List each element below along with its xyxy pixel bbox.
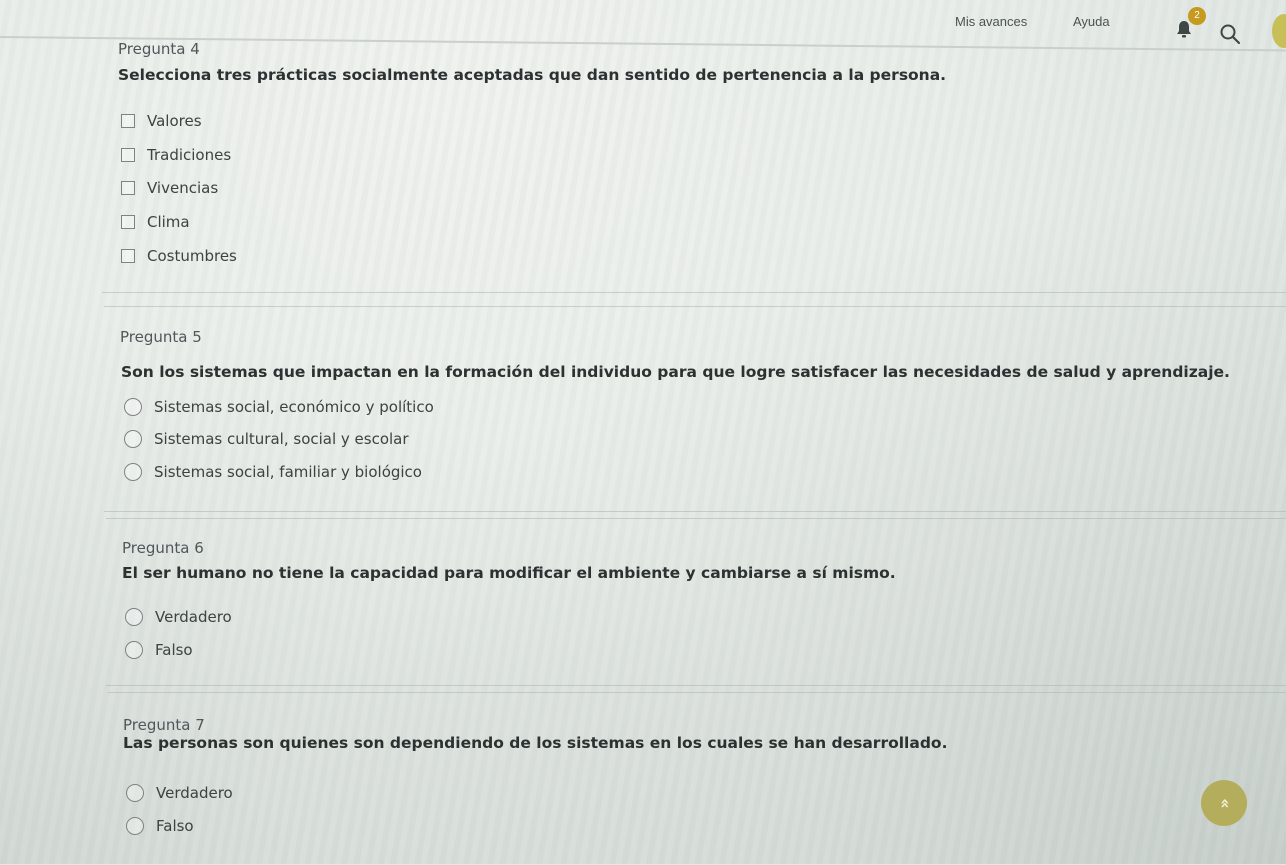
option-label: Falso [155, 641, 193, 659]
option-label: Vivencias [147, 179, 219, 197]
option-checkbox[interactable]: Tradiciones [121, 146, 231, 164]
question-text: El ser humano no tiene la capacidad para… [122, 564, 896, 582]
checkbox[interactable] [121, 249, 135, 263]
double-chevron-up-icon: » [1214, 797, 1234, 809]
question-number: Pregunta 4 [118, 40, 200, 58]
option-label: Valores [147, 112, 202, 130]
option-radio[interactable]: Falso [125, 641, 193, 659]
option-label: Sistemas social, familiar y biológico [154, 463, 422, 481]
checkbox[interactable] [121, 114, 135, 128]
question-text: Las personas son quienes son dependiendo… [123, 734, 948, 752]
nav-help-link[interactable]: Ayuda [1073, 14, 1110, 29]
option-label: Verdadero [156, 784, 233, 802]
question-number: Pregunta 7 [123, 716, 205, 734]
option-radio[interactable]: Verdadero [125, 608, 232, 626]
option-label: Costumbres [147, 247, 237, 265]
option-label: Falso [156, 817, 194, 835]
option-radio[interactable]: Sistemas cultural, social y escolar [124, 430, 409, 448]
question-number: Pregunta 6 [122, 539, 204, 557]
option-label: Tradiciones [147, 146, 232, 164]
option-label: Sistemas cultural, social y escolar [154, 430, 409, 448]
checkbox[interactable] [121, 148, 135, 162]
option-label: Sistemas social, económico y político [154, 398, 434, 416]
question-card-7 [108, 692, 1286, 865]
checkbox[interactable] [121, 181, 135, 195]
question-text: Selecciona tres prácticas socialmente ac… [118, 66, 947, 84]
option-checkbox[interactable]: Valores [121, 112, 202, 130]
option-label: Verdadero [155, 608, 232, 626]
radio-button[interactable] [126, 784, 144, 802]
radio-button[interactable] [126, 817, 144, 835]
option-checkbox[interactable]: Costumbres [121, 247, 237, 265]
option-checkbox[interactable]: Vivencias [121, 179, 218, 197]
question-text: Son los sistemas que impactan en la form… [121, 363, 1230, 381]
option-radio[interactable]: Sistemas social, familiar y biológico [124, 463, 422, 481]
radio-button[interactable] [124, 398, 142, 416]
radio-button[interactable] [125, 608, 143, 626]
radio-button[interactable] [124, 430, 142, 448]
option-radio[interactable]: Verdadero [126, 784, 233, 802]
radio-button[interactable] [125, 641, 143, 659]
option-checkbox[interactable]: Clima [121, 213, 190, 231]
checkbox[interactable] [121, 215, 135, 229]
option-label: Clima [147, 213, 190, 231]
scroll-to-top-button[interactable]: » [1201, 780, 1247, 826]
notification-badge: 2 [1188, 7, 1206, 25]
question-number: Pregunta 5 [120, 328, 202, 346]
radio-button[interactable] [124, 463, 142, 481]
option-radio[interactable]: Sistemas social, económico y político [124, 398, 434, 416]
bell-icon[interactable] [1176, 20, 1192, 38]
option-radio[interactable]: Falso [126, 817, 194, 835]
nav-progress-link[interactable]: Mis avances [955, 14, 1027, 29]
question-card-6 [106, 518, 1286, 686]
